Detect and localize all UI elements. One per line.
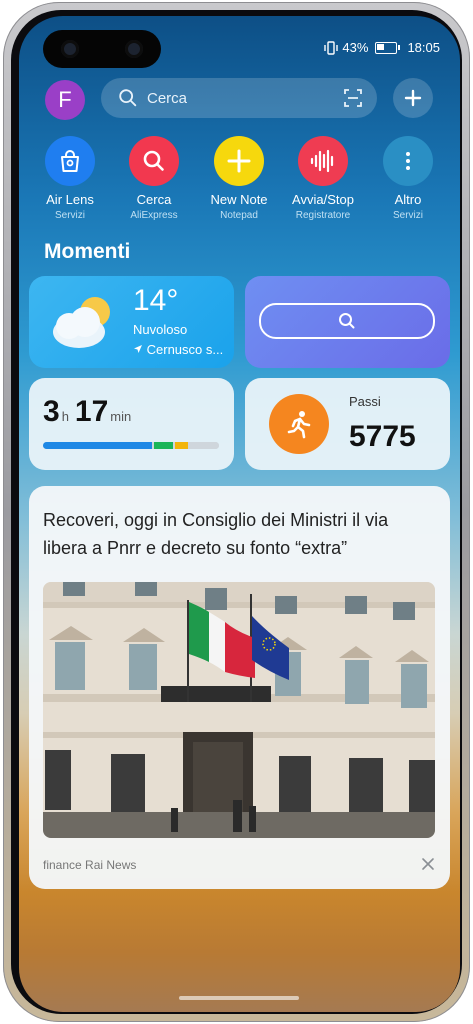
- runner-icon: [287, 411, 311, 439]
- home-screen: 43% 18:05 F Cerca Air Lens Servizi Cerca…: [19, 16, 460, 1012]
- camera-lens-icon: [125, 40, 143, 58]
- more-icon: [406, 152, 410, 170]
- news-source: finance Rai News: [43, 858, 137, 872]
- app-icon-circle: [214, 136, 264, 186]
- camera-lens-icon: [61, 40, 79, 58]
- search-widget-field[interactable]: [259, 303, 435, 339]
- usage-bar-segment: [43, 442, 152, 449]
- search-icon: [339, 313, 355, 329]
- news-photo[interactable]: [43, 582, 435, 838]
- search-placeholder: Cerca: [147, 89, 188, 107]
- usage-bar-segment: [190, 442, 219, 449]
- cloud-sun-icon: [53, 297, 110, 348]
- weather-location: Cernusco s...: [133, 342, 223, 357]
- steps-value: 5775: [349, 420, 416, 453]
- usage-bar-segment: [174, 442, 189, 449]
- steps-card[interactable]: Passi 5775: [245, 378, 450, 470]
- home-indicator[interactable]: [179, 996, 299, 1000]
- minutes-value: 17: [74, 395, 109, 428]
- app-label: Altro: [394, 192, 422, 207]
- battery-icon: [375, 41, 401, 54]
- screen-time-card[interactable]: 3 h 17 min: [29, 378, 234, 470]
- weather-temperature: 14°: [133, 284, 179, 317]
- app-icon-circle: [45, 136, 95, 186]
- app-label: Avvia/Stop: [292, 192, 354, 207]
- bag-icon: [61, 150, 79, 172]
- app-altro[interactable]: Altro Servizi: [366, 136, 450, 221]
- app-label: Air Lens: [46, 192, 94, 207]
- search-icon: [143, 150, 164, 171]
- app-icon-circle: [383, 136, 433, 186]
- steps-label: Passi: [349, 394, 381, 409]
- minutes-unit: min: [110, 409, 132, 424]
- section-title: Momenti: [44, 240, 131, 263]
- runner-icon-circle: [269, 394, 329, 454]
- search-widget-card[interactable]: [245, 276, 450, 368]
- news-headline[interactable]: Recoveri, oggi in Consiglio dei Ministri…: [43, 506, 435, 562]
- building-photo: [43, 582, 435, 838]
- avatar[interactable]: F: [45, 80, 85, 120]
- hours-unit: h: [61, 409, 69, 424]
- search-bar[interactable]: Cerca: [101, 78, 377, 118]
- app-new-note[interactable]: New Note Notepad: [197, 136, 281, 221]
- location-arrow-icon: [134, 345, 142, 353]
- app-sublabel: Registratore: [295, 210, 351, 221]
- location-label: Cernusco s...: [146, 342, 224, 357]
- app-sublabel: Servizi: [54, 210, 85, 221]
- app-label: Cerca: [136, 192, 172, 207]
- usage-bar-segment: [153, 442, 173, 449]
- vibrate-icon: [324, 40, 339, 55]
- plus-icon: [227, 149, 251, 173]
- search-icon: [119, 89, 137, 107]
- weather-condition: Nuvoloso: [133, 322, 188, 337]
- waveform-icon: [310, 149, 334, 173]
- app-cerca[interactable]: Cerca AliExpress: [112, 136, 196, 221]
- camera-cutout: [43, 30, 161, 68]
- add-button[interactable]: [393, 78, 433, 118]
- plus-icon: [404, 89, 422, 107]
- news-card[interactable]: Recoveri, oggi in Consiglio dei Ministri…: [29, 486, 450, 889]
- app-icon-circle: [298, 136, 348, 186]
- app-air-lens[interactable]: Air Lens Servizi: [28, 136, 112, 221]
- battery-percent: 43%: [342, 40, 369, 55]
- weather-card[interactable]: 14° Nuvoloso Cernusco s...: [29, 276, 234, 368]
- close-icon[interactable]: [420, 856, 436, 872]
- app-sublabel: AliExpress: [130, 210, 178, 221]
- hours-value: 3: [43, 395, 60, 428]
- phone-frame: 43% 18:05 F Cerca Air Lens Servizi Cerca…: [3, 2, 470, 1022]
- clock: 18:05: [407, 40, 440, 55]
- app-shortcuts: Air Lens Servizi Cerca AliExpress New No…: [19, 136, 460, 236]
- app-sublabel: Servizi: [392, 210, 423, 221]
- usage-bar: [43, 442, 219, 449]
- app-icon-circle: [129, 136, 179, 186]
- app-recorder[interactable]: Avvia/Stop Registratore: [281, 136, 365, 221]
- app-label: New Note: [210, 192, 268, 207]
- app-sublabel: Notepad: [220, 210, 258, 221]
- scan-icon[interactable]: [343, 88, 363, 108]
- status-bar: 43% 18:05: [324, 40, 440, 55]
- screen-time-value: 3 h 17 min: [43, 395, 137, 429]
